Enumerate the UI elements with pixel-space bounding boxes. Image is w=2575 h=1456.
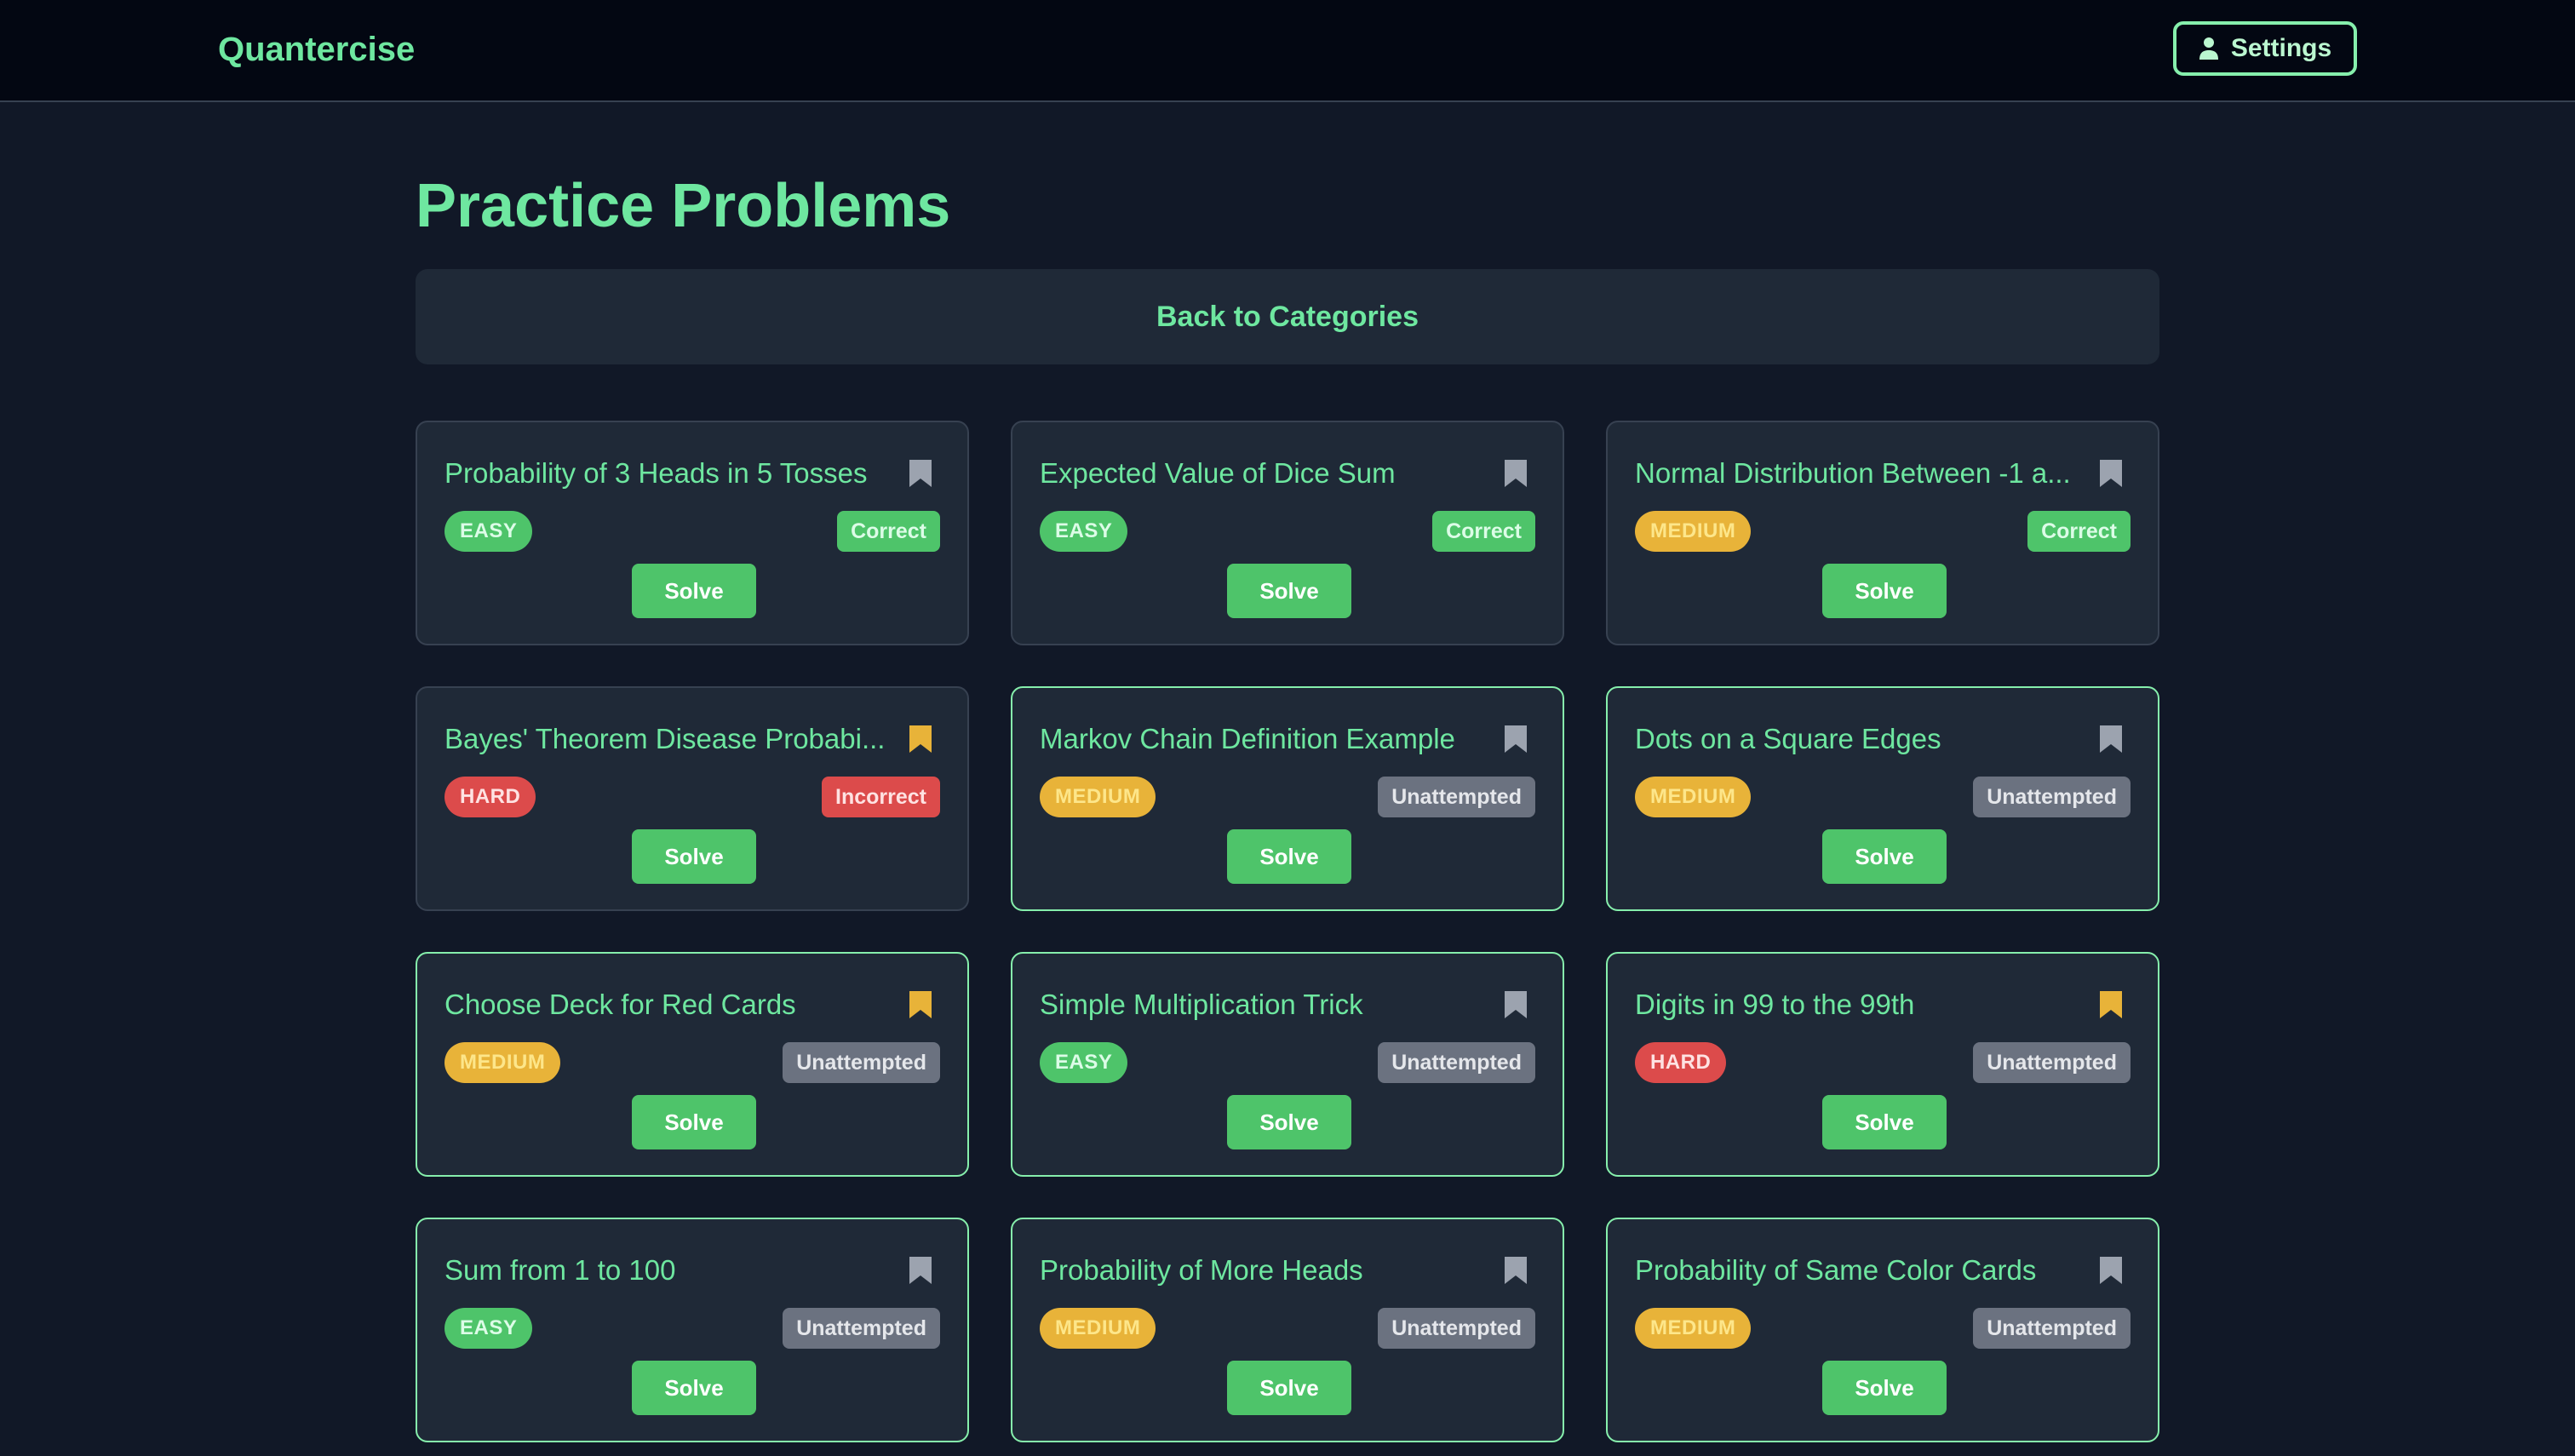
status-badge: Correct xyxy=(1432,511,1535,552)
bookmark-icon[interactable] xyxy=(1503,1255,1528,1286)
bookmark-icon[interactable] xyxy=(2098,724,2124,754)
bookmark-icon[interactable] xyxy=(1503,724,1528,754)
problem-title[interactable]: Normal Distribution Between -1 a... xyxy=(1635,455,2078,492)
brand-logo[interactable]: Quantercise xyxy=(218,26,415,73)
status-badge: Unattempted xyxy=(1973,777,2131,817)
solve-button[interactable]: Solve xyxy=(632,1361,756,1415)
difficulty-badge: EASY xyxy=(444,1308,533,1349)
back-to-categories-button[interactable]: Back to Categories xyxy=(416,269,2159,364)
problem-card[interactable]: Digits in 99 to the 99th HARD Unattempted S… xyxy=(1606,952,2159,1177)
status-badge: Unattempted xyxy=(1378,1308,1535,1349)
problem-title[interactable]: Digits in 99 to the 99th xyxy=(1635,986,2078,1023)
problem-grid: Probability of 3 Heads in 5 Tosses EASY Co… xyxy=(416,421,2159,1442)
difficulty-badge: EASY xyxy=(1040,511,1128,552)
problem-card[interactable]: Expected Value of Dice Sum EASY Correct Sol… xyxy=(1011,421,1564,645)
status-badge: Unattempted xyxy=(783,1308,940,1349)
problem-title[interactable]: Probability of 3 Heads in 5 Tosses xyxy=(444,455,887,492)
problem-card[interactable]: Bayes' Theorem Disease Probabi... HARD Inc… xyxy=(416,686,969,911)
status-badge: Incorrect xyxy=(822,777,940,817)
problem-title[interactable]: Expected Value of Dice Sum xyxy=(1040,455,1482,492)
bookmark-icon[interactable] xyxy=(2098,458,2124,489)
difficulty-badge: MEDIUM xyxy=(1635,511,1752,552)
solve-button[interactable]: Solve xyxy=(632,829,756,884)
status-badge: Unattempted xyxy=(1378,1042,1535,1083)
problem-card[interactable]: Simple Multiplication Trick EASY Unattempt… xyxy=(1011,952,1564,1177)
difficulty-badge: MEDIUM xyxy=(1635,777,1752,817)
page-title: Practice Problems xyxy=(416,172,951,240)
bookmark-icon[interactable] xyxy=(1503,989,1528,1020)
difficulty-badge: EASY xyxy=(444,511,533,552)
problem-title[interactable]: Probability of Same Color Cards xyxy=(1635,1252,2078,1289)
problem-card[interactable]: Dots on a Square Edges MEDIUM Unattempted S… xyxy=(1606,686,2159,911)
difficulty-badge: MEDIUM xyxy=(1040,1308,1156,1349)
problem-card[interactable]: Probability of Same Color Cards MEDIUM Una… xyxy=(1606,1218,2159,1442)
user-icon xyxy=(2199,37,2218,60)
difficulty-badge: MEDIUM xyxy=(1040,777,1156,817)
problem-title[interactable]: Markov Chain Definition Example xyxy=(1040,720,1482,758)
problem-title[interactable]: Simple Multiplication Trick xyxy=(1040,986,1482,1023)
status-badge: Unattempted xyxy=(783,1042,940,1083)
status-badge: Correct xyxy=(837,511,940,552)
difficulty-badge: HARD xyxy=(444,777,536,817)
problem-card[interactable]: Sum from 1 to 100 EASY Unattempted Solve xyxy=(416,1218,969,1442)
status-badge: Correct xyxy=(2027,511,2131,552)
solve-button[interactable]: Solve xyxy=(1822,829,1947,884)
bookmark-icon[interactable] xyxy=(2098,1255,2124,1286)
solve-button[interactable]: Solve xyxy=(1822,1361,1947,1415)
solve-button[interactable]: Solve xyxy=(632,564,756,618)
difficulty-badge: EASY xyxy=(1040,1042,1128,1083)
bookmark-icon[interactable] xyxy=(908,989,933,1020)
bookmark-icon[interactable] xyxy=(908,1255,933,1286)
solve-button[interactable]: Solve xyxy=(1822,1095,1947,1149)
solve-button[interactable]: Solve xyxy=(1227,1095,1351,1149)
difficulty-badge: HARD xyxy=(1635,1042,1727,1083)
status-badge: Unattempted xyxy=(1973,1308,2131,1349)
difficulty-badge: MEDIUM xyxy=(1635,1308,1752,1349)
main-content: Practice Problems Back to Categories Pro… xyxy=(416,102,2159,1442)
problem-title[interactable]: Sum from 1 to 100 xyxy=(444,1252,887,1289)
status-badge: Unattempted xyxy=(1378,777,1535,817)
solve-button[interactable]: Solve xyxy=(1227,1361,1351,1415)
problem-card[interactable]: Markov Chain Definition Example MEDIUM Una… xyxy=(1011,686,1564,911)
difficulty-badge: MEDIUM xyxy=(444,1042,561,1083)
problem-title[interactable]: Bayes' Theorem Disease Probabi... xyxy=(444,720,887,758)
bookmark-icon[interactable] xyxy=(908,458,933,489)
settings-button[interactable]: Settings xyxy=(2173,21,2357,76)
problem-card[interactable]: Choose Deck for Red Cards MEDIUM Unattempt… xyxy=(416,952,969,1177)
solve-button[interactable]: Solve xyxy=(1822,564,1947,618)
settings-label: Settings xyxy=(2230,34,2332,62)
status-badge: Unattempted xyxy=(1973,1042,2131,1083)
problem-card[interactable]: Probability of More Heads MEDIUM Unattempt… xyxy=(1011,1218,1564,1442)
problem-title[interactable]: Choose Deck for Red Cards xyxy=(444,986,887,1023)
bookmark-icon[interactable] xyxy=(2098,989,2124,1020)
problem-title[interactable]: Dots on a Square Edges xyxy=(1635,720,2078,758)
top-navbar: Quantercise Settings xyxy=(0,0,2575,102)
problem-title[interactable]: Probability of More Heads xyxy=(1040,1252,1482,1289)
solve-button[interactable]: Solve xyxy=(632,1095,756,1149)
bookmark-icon[interactable] xyxy=(908,724,933,754)
bookmark-icon[interactable] xyxy=(1503,458,1528,489)
problem-card[interactable]: Probability of 3 Heads in 5 Tosses EASY Co… xyxy=(416,421,969,645)
problem-card[interactable]: Normal Distribution Between -1 a... MEDIU… xyxy=(1606,421,2159,645)
solve-button[interactable]: Solve xyxy=(1227,829,1351,884)
solve-button[interactable]: Solve xyxy=(1227,564,1351,618)
